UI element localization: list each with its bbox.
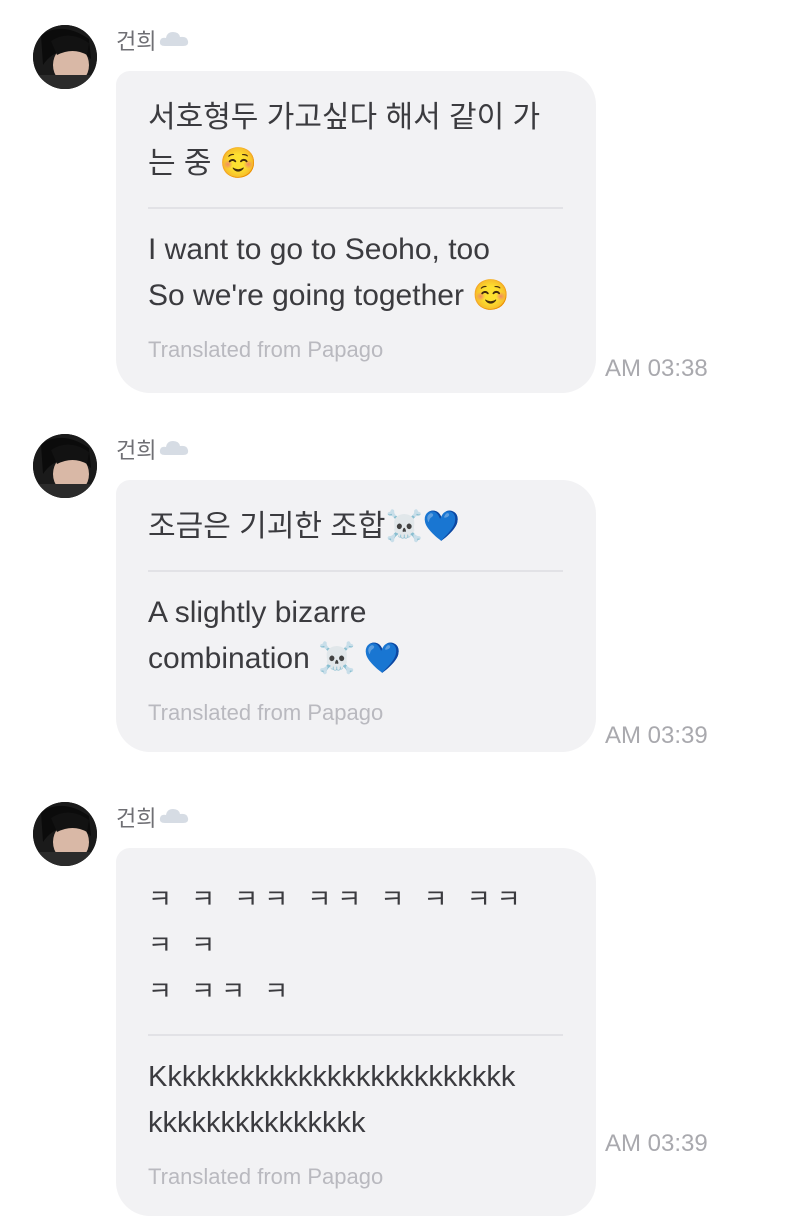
timestamp: AM 03:39 bbox=[605, 722, 708, 749]
message-bubble[interactable]: 조금은 기괴한 조합☠️💙 A slightly bizarre combina… bbox=[116, 480, 596, 752]
translated-text: A slightly bizarre combination ☠️ 💙 bbox=[148, 596, 402, 675]
sender-name: 건희 bbox=[116, 806, 190, 833]
original-text: 서호형두 가고싶다 해서 같이 가 는 중 ☺️ bbox=[148, 101, 541, 180]
translated-text: Kkkkkkkkkkkkkkkkkkkkkkkkk kkkkkkkkkkkkkk… bbox=[148, 1061, 516, 1139]
original-text: 조금은 기괴한 조합☠️💙 bbox=[148, 510, 461, 543]
avatar[interactable] bbox=[33, 802, 97, 866]
timestamp: AM 03:38 bbox=[605, 355, 708, 382]
cloud-icon bbox=[158, 28, 190, 54]
message-bubble[interactable]: 서호형두 가고싶다 해서 같이 가 는 중 ☺️ I want to go to… bbox=[116, 71, 596, 393]
cloud-icon bbox=[158, 437, 190, 463]
avatar[interactable] bbox=[33, 25, 97, 89]
original-text: ㅋ ㅋ ㅋㅋ ㅋㅋ ㅋ ㅋ ㅋㅋ ㅋ ㅋ ㅋ ㅋㅋ ㅋ bbox=[148, 884, 527, 1006]
sender-name: 건희 bbox=[116, 29, 190, 56]
sender-name: 건희 bbox=[116, 438, 190, 465]
translation-credit: Translated from Papago bbox=[148, 1164, 384, 1189]
avatar[interactable] bbox=[33, 434, 97, 498]
translated-text: I want to go to Seoho, too So we're goin… bbox=[148, 233, 510, 312]
timestamp: AM 03:39 bbox=[605, 1130, 708, 1157]
message-bubble[interactable]: ㅋ ㅋ ㅋㅋ ㅋㅋ ㅋ ㅋ ㅋㅋ ㅋ ㅋ ㅋ ㅋㅋ ㅋ Kkkkkkkkkkkk… bbox=[116, 848, 596, 1216]
translation-credit: Translated from Papago bbox=[148, 337, 384, 362]
cloud-icon bbox=[158, 805, 190, 831]
translation-credit: Translated from Papago bbox=[148, 700, 384, 725]
